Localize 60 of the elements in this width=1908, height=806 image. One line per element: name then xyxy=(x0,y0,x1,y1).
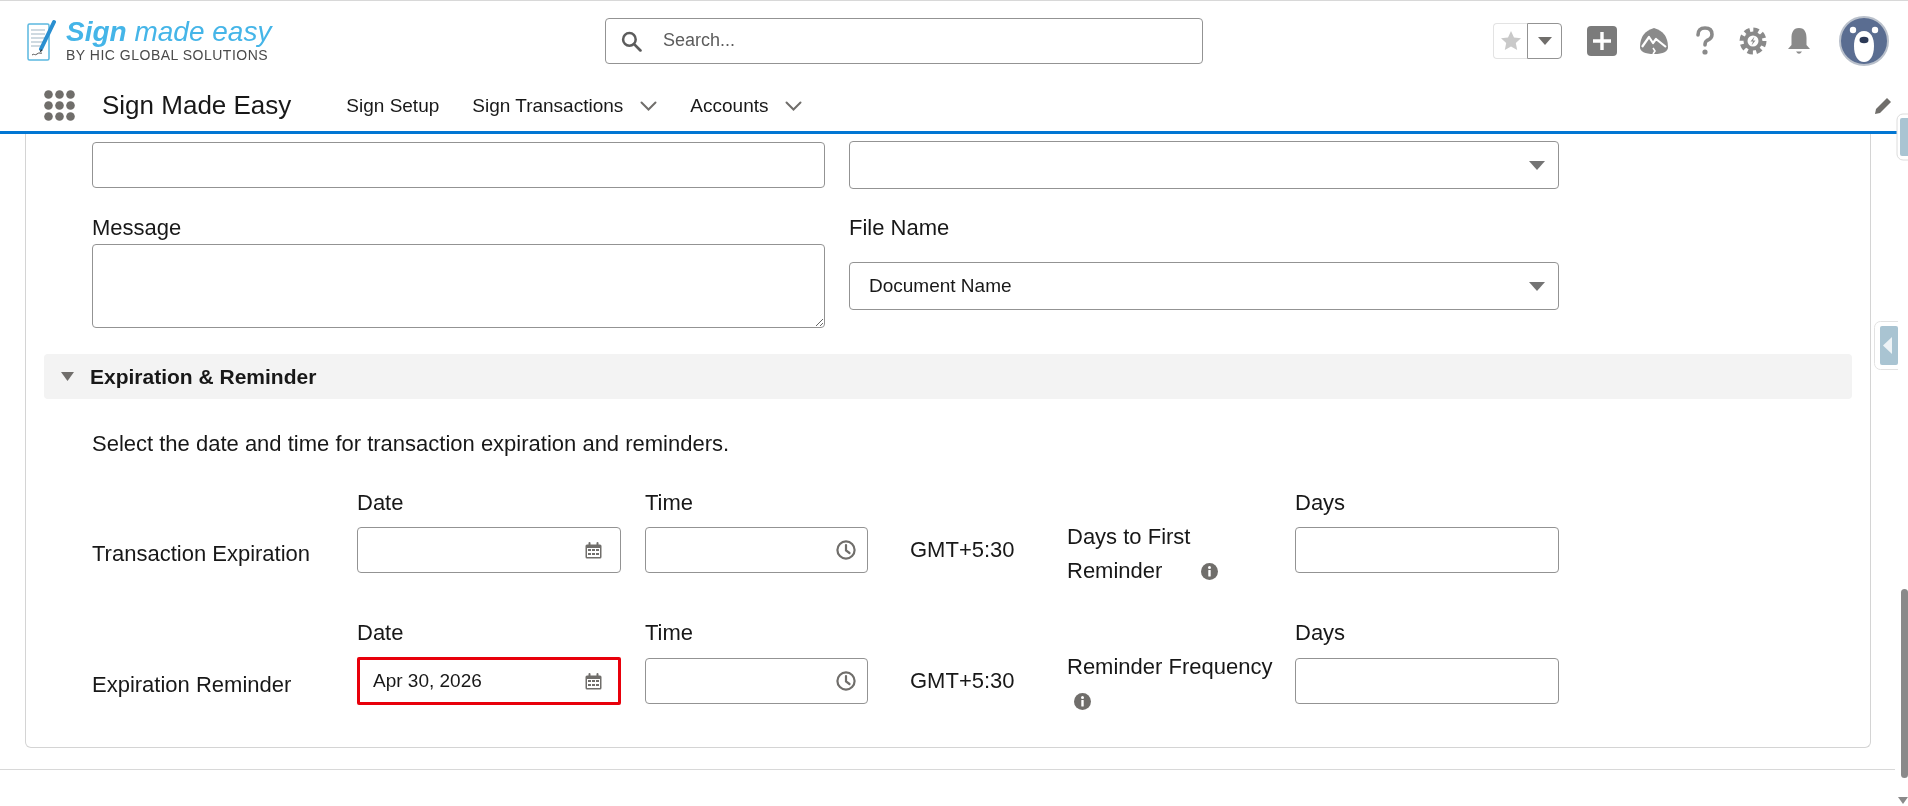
chevron-down-icon[interactable] xyxy=(785,100,803,111)
date-field[interactable]: Apr 30, 2026 xyxy=(357,657,621,705)
chevron-down-icon[interactable] xyxy=(640,100,658,111)
field-label: Time xyxy=(645,621,694,645)
nav-tab[interactable]: Sign Setup xyxy=(346,80,440,131)
section-description: Select the date and time for transaction expiration and reminders. xyxy=(92,432,730,456)
clock-icon xyxy=(836,540,856,560)
field-label: Time xyxy=(645,491,694,515)
info-icon[interactable] xyxy=(1201,563,1218,580)
row-label: Transaction Expiration xyxy=(92,541,311,566)
favorites-menu-button[interactable] xyxy=(1527,22,1562,59)
scrollbar-thumb[interactable] xyxy=(1901,589,1908,778)
text-field[interactable] xyxy=(92,142,825,188)
field-label: Date xyxy=(357,491,404,515)
field-label: File Name xyxy=(849,216,950,240)
dropdown-field[interactable]: Document Name xyxy=(849,262,1559,310)
bell-icon[interactable] xyxy=(1785,25,1813,56)
plus-square-icon[interactable] xyxy=(1587,25,1617,56)
field-label: Days to First Reminder xyxy=(1067,523,1192,585)
field-label: Days xyxy=(1295,491,1346,515)
days-field[interactable] xyxy=(1295,527,1559,573)
section-header[interactable]: Expiration & Reminder xyxy=(44,354,1852,399)
caret-down-icon xyxy=(1537,36,1552,45)
star-icon xyxy=(1500,31,1521,50)
pencil-icon[interactable] xyxy=(1874,96,1892,115)
caret-down-icon xyxy=(1529,160,1545,170)
field-label: Message xyxy=(92,216,182,240)
app-launcher-icon[interactable] xyxy=(44,90,75,121)
logo-subtitle: BY HIC GLOBAL SOLUTIONS xyxy=(66,47,269,64)
field-label: Date xyxy=(357,621,404,645)
nav-tab[interactable]: Sign Transactions xyxy=(472,80,624,131)
mountain-icon[interactable] xyxy=(1639,26,1669,55)
field-label: Days xyxy=(1295,621,1346,645)
logo-title: Sign made easy xyxy=(66,17,272,47)
search-field[interactable]: Search... xyxy=(605,17,1203,64)
search-icon xyxy=(621,30,642,52)
timezone-label: GMT+5:30 xyxy=(910,669,1015,693)
caret-down-icon xyxy=(1529,281,1545,291)
field-label: Reminder Frequency xyxy=(1067,653,1273,681)
collapse-panel-tab[interactable] xyxy=(1874,321,1898,370)
clock-icon xyxy=(836,671,856,691)
row-label: Expiration Reminder xyxy=(92,672,292,697)
textarea-field[interactable] xyxy=(92,244,825,328)
scroll-down-arrow-icon[interactable] xyxy=(1898,797,1908,804)
time-field[interactable] xyxy=(645,527,868,573)
timezone-label: GMT+5:30 xyxy=(910,538,1015,562)
days-field[interactable] xyxy=(1295,658,1559,704)
avatar-icon[interactable] xyxy=(1839,15,1889,66)
document-pen-icon xyxy=(27,19,56,62)
help-icon[interactable] xyxy=(1695,25,1715,56)
dropdown-field[interactable] xyxy=(849,141,1559,189)
date-field[interactable] xyxy=(357,527,621,573)
time-field[interactable] xyxy=(645,658,868,704)
triangle-down-icon xyxy=(61,372,74,381)
calendar-icon xyxy=(585,672,602,690)
nav-tab[interactable]: Accounts xyxy=(690,80,769,131)
app-name: Sign Made Easy xyxy=(102,90,292,121)
info-icon[interactable] xyxy=(1074,693,1091,710)
calendar-icon xyxy=(585,541,602,559)
gear-icon[interactable] xyxy=(1739,26,1767,55)
